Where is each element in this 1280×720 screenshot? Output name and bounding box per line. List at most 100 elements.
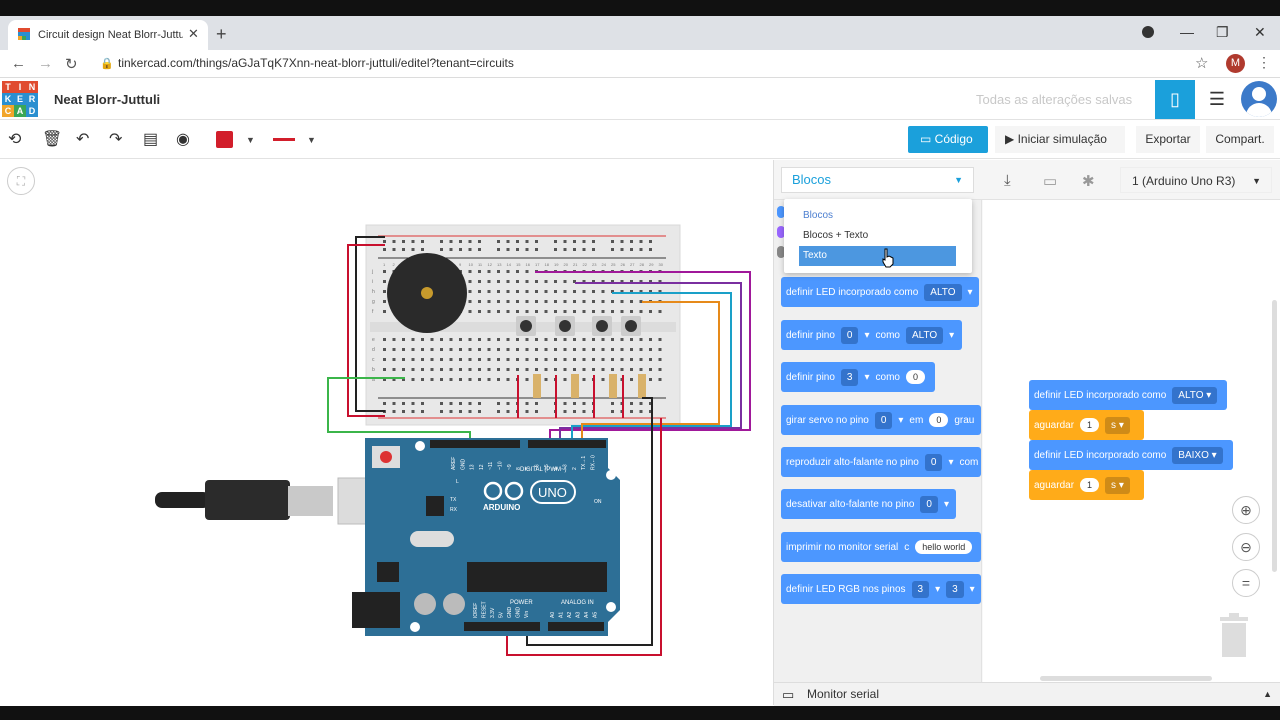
block-dropdown[interactable]: 0 (874, 411, 893, 429)
forward-icon[interactable]: → (38, 55, 53, 72)
wire-style-swatch[interactable] (273, 138, 295, 141)
power-pin-label: IOREF (473, 603, 479, 618)
debug-bug-icon[interactable]: ✱ (1082, 172, 1095, 190)
breadboard-row-letter: j (371, 269, 373, 275)
profile-avatar[interactable]: M (1226, 54, 1245, 73)
ws-wait-value-2[interactable]: 1 (1080, 478, 1100, 492)
power-pin-label: RESET (482, 601, 488, 618)
workspace-horizontal-scrollbar[interactable] (1040, 676, 1212, 681)
on-led-label: ON (594, 499, 602, 505)
palette-block[interactable]: reproduzir alto-falante no pino 0 ▾ com (781, 447, 981, 477)
url-field[interactable]: tinkercad.com/things/aGJaTqK7Xnn-neat-bl… (118, 56, 514, 70)
palette-block[interactable]: imprimir no monitor serial c hello world (781, 532, 981, 562)
logo-letter: E (14, 93, 26, 105)
digital-pin-label: ~11 (488, 462, 494, 470)
block-dropdown[interactable]: ALTO (924, 283, 962, 301)
breadboard-row-letter: g (372, 299, 375, 305)
minimize-button[interactable]: — (1180, 24, 1194, 40)
block-input[interactable]: 0 (929, 413, 949, 427)
download-icon[interactable]: ⤓ (1004, 172, 1011, 189)
digital-pin-label: AREF (451, 457, 457, 470)
share-button[interactable]: Compart. (1206, 126, 1274, 153)
option-texto[interactable]: Texto (799, 246, 956, 266)
option-blocos-texto[interactable]: Blocos + Texto (803, 230, 868, 241)
block-dropdown[interactable]: 0 (840, 326, 859, 344)
chevron-down-icon: ▼ (954, 175, 963, 185)
downloads-icon[interactable] (1142, 26, 1154, 38)
redo-icon[interactable]: ↷ (109, 129, 122, 149)
power-pin-label: 3.3V (490, 607, 496, 618)
components-list-icon[interactable]: ☰ (1198, 80, 1236, 119)
upload-icon[interactable]: ▭ (1043, 172, 1057, 190)
ws-block-text: definir LED incorporado como (1034, 389, 1167, 401)
ws-set-led-off-block[interactable]: definir LED incorporado como BAIXO ▾ (1029, 440, 1233, 470)
code-button[interactable]: ▭ Código (908, 126, 988, 153)
block-dropdown[interactable]: 3 (911, 580, 930, 598)
circuit-drawing[interactable]: 1234567891011121314151617181920212223242… (0, 160, 773, 705)
breadboard-row-letter: h (372, 289, 375, 295)
color-chevron-down-icon[interactable]: ▼ (246, 135, 255, 145)
trash-icon[interactable] (1218, 613, 1250, 657)
ws-wait-block-2[interactable]: aguardar 1 s ▾ (1029, 470, 1144, 500)
maximize-button[interactable]: ❐ (1216, 24, 1229, 41)
breadboard-column-number: 10 (469, 262, 474, 267)
breadboard-column-number: 23 (592, 262, 597, 267)
serial-monitor-bar[interactable]: ▭ Monitor serial ▲ (774, 682, 1280, 706)
chevron-down-icon: ▾ (935, 583, 941, 595)
ws-wait-unit-1[interactable]: s ▾ (1105, 416, 1130, 434)
browser-tab[interactable]: Circuit design Neat Blorr-Juttuli | ✕ (8, 20, 208, 50)
palette-block[interactable]: definir pino 0 ▾ como ALTO ▾ (781, 320, 962, 350)
block-dropdown[interactable]: 0 (920, 495, 938, 513)
undo-icon[interactable]: ↶ (76, 129, 89, 149)
ws-wait-unit-2[interactable]: s ▾ (1105, 476, 1130, 494)
board-select[interactable]: 1 (Arduino Uno R3) ▼ (1120, 167, 1272, 193)
zoom-out-icon[interactable]: ⊖ (1232, 533, 1260, 561)
circuit-view-icon[interactable]: ▯ (1155, 80, 1195, 119)
block-dropdown[interactable]: 0 (924, 453, 943, 471)
tab-close-icon[interactable]: ✕ (188, 26, 199, 42)
code-mode-select[interactable]: Blocos ▼ (781, 167, 974, 193)
block-text: em (909, 414, 924, 426)
bookmark-star-icon[interactable]: ☆ (1195, 54, 1208, 72)
ws-led-on-dropdown[interactable]: ALTO ▾ (1172, 386, 1218, 404)
chevron-up-icon[interactable]: ▲ (1263, 683, 1272, 706)
block-input[interactable]: 0 (905, 370, 925, 384)
zoom-reset-icon[interactable]: = (1232, 569, 1260, 597)
browser-menu-icon[interactable]: ⋮ (1257, 54, 1271, 71)
workspace-vertical-scrollbar[interactable] (1272, 300, 1277, 572)
block-dropdown[interactable]: ALTO (905, 326, 944, 344)
breadboard-column-number: 26 (621, 262, 626, 267)
block-dropdown[interactable]: 3 (946, 580, 964, 598)
usb-cable (155, 477, 403, 525)
logo-letter: I (14, 81, 26, 93)
palette-block[interactable]: definir LED RGB nos pinos 3 ▾ 3 ▾ (781, 574, 981, 604)
style-chevron-down-icon[interactable]: ▼ (307, 135, 316, 145)
option-blocos[interactable]: Blocos (803, 210, 833, 221)
close-window-button[interactable]: ✕ (1254, 24, 1266, 41)
ws-led-off-dropdown[interactable]: BAIXO ▾ (1172, 446, 1223, 464)
palette-block[interactable]: girar servo no pino 0 ▾ em 0 grau (781, 405, 981, 435)
user-avatar[interactable] (1241, 81, 1277, 117)
ws-wait-block-1[interactable]: aguardar 1 s ▾ (1029, 410, 1144, 440)
tinkercad-logo[interactable]: TINKERCAD (2, 81, 38, 117)
project-title[interactable]: Neat Blorr-Juttuli (54, 92, 160, 107)
zoom-in-icon[interactable]: ⊕ (1232, 496, 1260, 524)
wire-color-swatch[interactable] (216, 131, 233, 148)
block-dropdown[interactable]: 3 (840, 368, 859, 386)
visibility-icon[interactable]: ◉ (176, 129, 190, 149)
ws-wait-value-1[interactable]: 1 (1080, 418, 1100, 432)
export-button[interactable]: Exportar (1136, 126, 1200, 153)
palette-block[interactable]: definir pino 3 ▾ como 0 (781, 362, 935, 392)
palette-block[interactable]: desativar alto-falante no pino 0 ▾ (781, 489, 956, 519)
delete-icon[interactable]: 🗑 (42, 129, 62, 149)
notes-icon[interactable]: ▤ (143, 129, 158, 149)
rotate-icon[interactable]: ⟲ (8, 129, 21, 149)
block-input[interactable]: hello world (915, 540, 973, 554)
logo-letter: A (14, 105, 26, 117)
new-tab-button[interactable]: + (216, 24, 227, 45)
back-icon[interactable]: ← (11, 55, 26, 72)
ws-set-led-on-block[interactable]: definir LED incorporado como ALTO ▾ (1029, 380, 1227, 410)
reload-icon[interactable]: ↻ (65, 55, 78, 73)
start-simulation-button[interactable]: ▶ Iniciar simulação (995, 126, 1125, 153)
palette-block[interactable]: definir LED incorporado como ALTO ▾ (781, 277, 979, 307)
